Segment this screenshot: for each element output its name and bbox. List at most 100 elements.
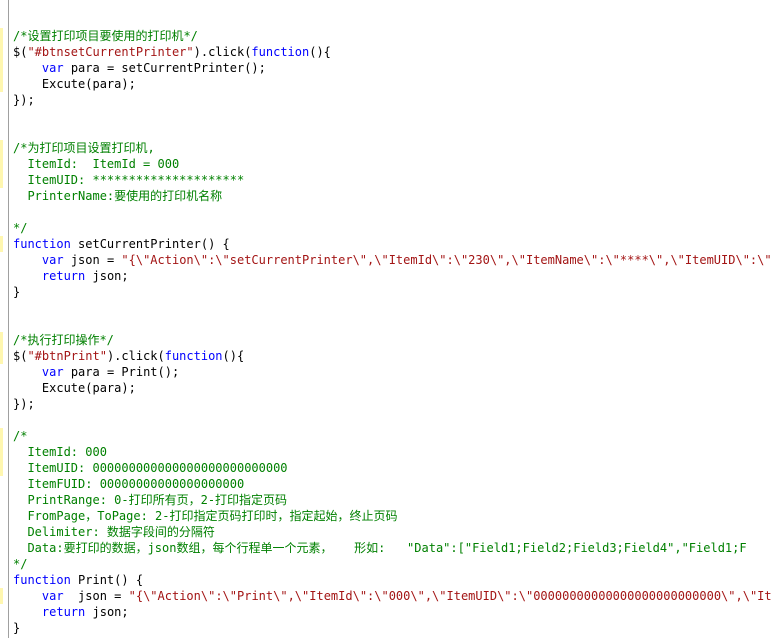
change-marker (0, 236, 3, 252)
code-line: ItemUID: ********************* (13, 172, 771, 188)
code-editor[interactable]: /*设置打印项目要使用的打印机*/$("#btnsetCurrentPrinte… (0, 0, 771, 638)
comment-token: */ (13, 221, 28, 235)
code-line: Excute(para); (13, 380, 771, 396)
string-token: "{\"Action\":\"setCurrentPrinter\",\"Ite… (121, 253, 771, 267)
code-token: } (13, 621, 21, 635)
keyword-token: function (251, 45, 310, 59)
code-token: para = setCurrentPrinter(); (63, 61, 266, 75)
code-line: }); (13, 92, 771, 108)
code-line: var json = "{\"Action\":\"Print\",\"Item… (13, 588, 771, 604)
keyword-token: var (41, 253, 64, 267)
comment-token: ItemFUID: 00000000000000000000 (13, 477, 245, 491)
comment-token: /* (13, 429, 28, 443)
gutter-border (8, 0, 9, 638)
code-line: ItemId: 000 (13, 444, 771, 460)
string-token: "#btnPrint" (27, 349, 107, 363)
change-marker (0, 332, 3, 364)
keyword-token: var (41, 365, 64, 379)
code-line: FromPage，ToPage: 2-打印指定页码打印时，指定起始，终止页码 (13, 508, 771, 524)
comment-token: PrinterName:要使用的打印机名称 (13, 189, 223, 203)
code-line: /*设置打印项目要使用的打印机*/ (13, 28, 771, 44)
code-token: }); (13, 93, 35, 107)
code-line: ItemFUID: 00000000000000000000 (13, 476, 771, 492)
code-token: ).click( (193, 45, 252, 59)
code-line: function Print() { (13, 572, 771, 588)
comment-token: /*为打印项目设置打印机, (13, 141, 155, 155)
comment-token: /*执行打印操作*/ (13, 333, 114, 347)
code-line: Excute(para); (13, 76, 771, 92)
code-line: Delimiter: 数据字段间的分隔符 (13, 524, 771, 540)
code-line: var para = setCurrentPrinter(); (13, 60, 771, 76)
code-line: PrinterName:要使用的打印机名称 (13, 188, 771, 204)
change-marker (0, 588, 3, 604)
change-marker (0, 28, 3, 92)
code-token: (){ (309, 45, 331, 59)
code-token: }); (13, 397, 35, 411)
keyword-token: function (13, 573, 71, 587)
code-line: /*执行打印操作*/ (13, 332, 771, 348)
code-token: json; (85, 269, 129, 283)
code-token: } (13, 285, 21, 299)
code-token: Excute(para); (13, 381, 136, 395)
string-token: "{\"Action\":\"Print\",\"ItemId\":\"000\… (128, 589, 771, 603)
change-marker (0, 140, 3, 188)
code-line: ItemId: ItemId = 000 (13, 156, 771, 172)
keyword-token: function (164, 349, 223, 363)
string-token: "#btnsetCurrentPrinter" (27, 45, 194, 59)
code-line: /* (13, 428, 771, 444)
code-token: json; (85, 605, 129, 619)
code-text[interactable]: /*设置打印项目要使用的打印机*/$("#btnsetCurrentPrinte… (13, 28, 771, 636)
code-line: /*为打印项目设置打印机, (13, 140, 771, 156)
code-line: Data:要打印的数据，json数组，每个行程单一个元素， 形如: "Data"… (13, 540, 771, 556)
code-token: Excute(para); (13, 77, 136, 91)
code-token: ).click( (106, 349, 165, 363)
code-token: json = (63, 253, 122, 267)
comment-token: Data:要打印的数据，json数组，每个行程单一个元素， 形如: "Data"… (13, 541, 747, 555)
code-line: }); (13, 396, 771, 412)
code-line: $("#btnPrint").click(function(){ (13, 348, 771, 364)
code-line: var json = "{\"Action\":\"setCurrentPrin… (13, 252, 771, 268)
keyword-token: var (41, 61, 64, 75)
code-token: para = Print(); (63, 365, 180, 379)
keyword-token: var (41, 589, 64, 603)
code-line: return json; (13, 604, 771, 620)
code-token: Print() { (70, 573, 144, 587)
keyword-token: return (41, 269, 86, 283)
code-line: return json; (13, 268, 771, 284)
code-line: } (13, 284, 771, 300)
code-line: var para = Print(); (13, 364, 771, 380)
code-line: */ (13, 220, 771, 236)
comment-token: /*设置打印项目要使用的打印机*/ (13, 29, 198, 43)
comment-token: */ (13, 557, 28, 571)
code-token: json = (63, 589, 129, 603)
code-line: $("#btnsetCurrentPrinter").click(functio… (13, 44, 771, 60)
code-line: ItemUID: 000000000000000000000000000 (13, 460, 771, 476)
code-line: } (13, 620, 771, 636)
comment-token: ItemUID: ********************* (13, 173, 245, 187)
keyword-token: function (13, 237, 71, 251)
comment-token: PrintRange: 0-打印所有页，2-打印指定页码 (13, 493, 288, 507)
change-marker (0, 428, 3, 476)
code-line: function setCurrentPrinter() { (13, 236, 771, 252)
code-token: setCurrentPrinter() { (70, 237, 230, 251)
code-token: $( (13, 349, 28, 363)
comment-token: ItemId: 000 (13, 445, 107, 459)
comment-token: Delimiter: 数据字段间的分隔符 (13, 525, 215, 539)
keyword-token: return (41, 605, 86, 619)
comment-token: ItemId: ItemId = 000 (13, 157, 180, 171)
code-token: $( (13, 45, 28, 59)
code-line: PrintRange: 0-打印所有页，2-打印指定页码 (13, 492, 771, 508)
comment-token: FromPage，ToPage: 2-打印指定页码打印时，指定起始，终止页码 (13, 509, 398, 523)
